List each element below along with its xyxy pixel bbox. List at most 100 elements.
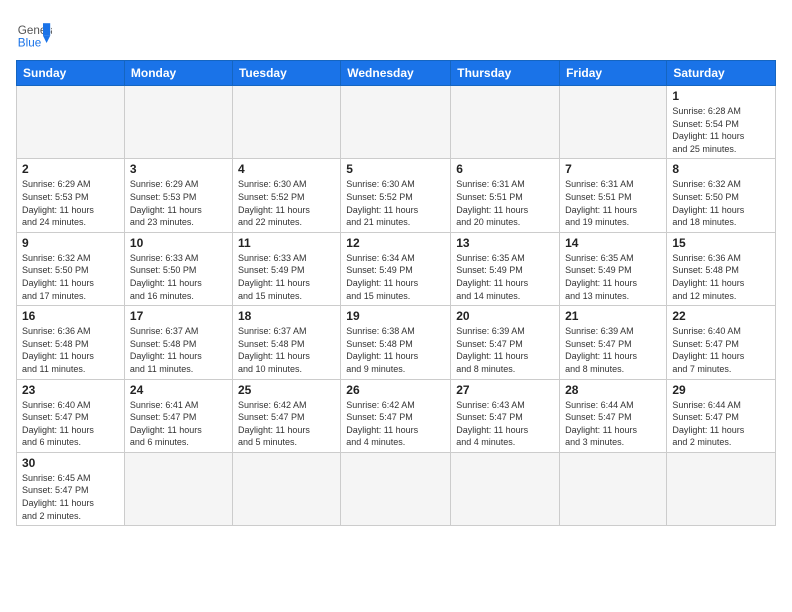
svg-text:Blue: Blue bbox=[18, 37, 41, 50]
weekday-header-saturday: Saturday bbox=[667, 61, 776, 86]
day-info: Sunrise: 6:31 AM Sunset: 5:51 PM Dayligh… bbox=[456, 178, 554, 228]
day-info: Sunrise: 6:45 AM Sunset: 5:47 PM Dayligh… bbox=[22, 472, 119, 522]
calendar-cell bbox=[667, 452, 776, 525]
calendar-week-row: 23 Sunrise: 6:40 AM Sunset: 5:47 PM Dayli… bbox=[17, 379, 776, 452]
day-info: Sunrise: 6:29 AM Sunset: 5:53 PM Dayligh… bbox=[22, 178, 119, 228]
calendar-cell: 24 Sunrise: 6:41 AM Sunset: 5:47 PM Dayli… bbox=[124, 379, 232, 452]
calendar-cell bbox=[451, 86, 560, 159]
calendar-cell: 15Sunrise: 6:36 AM Sunset: 5:48 PM Dayli… bbox=[667, 232, 776, 305]
calendar-cell: 23 Sunrise: 6:40 AM Sunset: 5:47 PM Dayli… bbox=[17, 379, 125, 452]
day-number: 12 bbox=[346, 236, 445, 250]
calendar-cell: 10 Sunrise: 6:33 AM Sunset: 5:50 PM Dayli… bbox=[124, 232, 232, 305]
calendar-cell: 27Sunrise: 6:43 AM Sunset: 5:47 PM Dayli… bbox=[451, 379, 560, 452]
calendar-cell: 20Sunrise: 6:39 AM Sunset: 5:47 PM Dayli… bbox=[451, 306, 560, 379]
day-info: Sunrise: 6:37 AM Sunset: 5:48 PM Dayligh… bbox=[130, 325, 227, 375]
day-info: Sunrise: 6:43 AM Sunset: 5:47 PM Dayligh… bbox=[456, 399, 554, 449]
day-info: Sunrise: 6:39 AM Sunset: 5:47 PM Dayligh… bbox=[456, 325, 554, 375]
day-number: 28 bbox=[565, 383, 661, 397]
header: General Blue bbox=[16, 16, 776, 52]
day-number: 25 bbox=[238, 383, 335, 397]
day-number: 6 bbox=[456, 162, 554, 176]
day-info: Sunrise: 6:44 AM Sunset: 5:47 PM Dayligh… bbox=[565, 399, 661, 449]
day-info: Sunrise: 6:34 AM Sunset: 5:49 PM Dayligh… bbox=[346, 252, 445, 302]
day-info: Sunrise: 6:31 AM Sunset: 5:51 PM Dayligh… bbox=[565, 178, 661, 228]
day-info: Sunrise: 6:42 AM Sunset: 5:47 PM Dayligh… bbox=[238, 399, 335, 449]
calendar-cell bbox=[17, 86, 125, 159]
day-number: 26 bbox=[346, 383, 445, 397]
calendar-cell: 17 Sunrise: 6:37 AM Sunset: 5:48 PM Dayli… bbox=[124, 306, 232, 379]
calendar-cell: 21 Sunrise: 6:39 AM Sunset: 5:47 PM Dayli… bbox=[560, 306, 667, 379]
calendar-cell: 8 Sunrise: 6:32 AM Sunset: 5:50 PM Daylig… bbox=[667, 159, 776, 232]
weekday-header-thursday: Thursday bbox=[451, 61, 560, 86]
day-number: 17 bbox=[130, 309, 227, 323]
day-number: 13 bbox=[456, 236, 554, 250]
calendar-week-row: 16 Sunrise: 6:36 AM Sunset: 5:48 PM Dayli… bbox=[17, 306, 776, 379]
day-number: 21 bbox=[565, 309, 661, 323]
day-number: 8 bbox=[672, 162, 770, 176]
day-number: 5 bbox=[346, 162, 445, 176]
weekday-header-sunday: Sunday bbox=[17, 61, 125, 86]
calendar-cell: 25 Sunrise: 6:42 AM Sunset: 5:47 PM Dayli… bbox=[232, 379, 340, 452]
weekday-header-friday: Friday bbox=[560, 61, 667, 86]
day-number: 7 bbox=[565, 162, 661, 176]
day-number: 22 bbox=[672, 309, 770, 323]
weekday-header-row: SundayMondayTuesdayWednesdayThursdayFrid… bbox=[17, 61, 776, 86]
day-info: Sunrise: 6:38 AM Sunset: 5:48 PM Dayligh… bbox=[346, 325, 445, 375]
calendar-cell: 12 Sunrise: 6:34 AM Sunset: 5:49 PM Dayli… bbox=[341, 232, 451, 305]
day-number: 19 bbox=[346, 309, 445, 323]
calendar-cell: 29 Sunrise: 6:44 AM Sunset: 5:47 PM Dayli… bbox=[667, 379, 776, 452]
calendar-cell: 30 Sunrise: 6:45 AM Sunset: 5:47 PM Dayli… bbox=[17, 452, 125, 525]
day-number: 29 bbox=[672, 383, 770, 397]
day-info: Sunrise: 6:33 AM Sunset: 5:50 PM Dayligh… bbox=[130, 252, 227, 302]
calendar-cell bbox=[124, 452, 232, 525]
calendar-cell: 11Sunrise: 6:33 AM Sunset: 5:49 PM Dayli… bbox=[232, 232, 340, 305]
calendar-cell: 18 Sunrise: 6:37 AM Sunset: 5:48 PM Dayli… bbox=[232, 306, 340, 379]
day-number: 3 bbox=[130, 162, 227, 176]
day-number: 11 bbox=[238, 236, 335, 250]
day-info: Sunrise: 6:36 AM Sunset: 5:48 PM Dayligh… bbox=[672, 252, 770, 302]
day-info: Sunrise: 6:40 AM Sunset: 5:47 PM Dayligh… bbox=[672, 325, 770, 375]
day-info: Sunrise: 6:44 AM Sunset: 5:47 PM Dayligh… bbox=[672, 399, 770, 449]
calendar-cell bbox=[341, 452, 451, 525]
day-number: 2 bbox=[22, 162, 119, 176]
day-number: 24 bbox=[130, 383, 227, 397]
day-info: Sunrise: 6:36 AM Sunset: 5:48 PM Dayligh… bbox=[22, 325, 119, 375]
day-number: 30 bbox=[22, 456, 119, 470]
calendar-cell: 9Sunrise: 6:32 AM Sunset: 5:50 PM Daylig… bbox=[17, 232, 125, 305]
calendar-cell: 6 Sunrise: 6:31 AM Sunset: 5:51 PM Daylig… bbox=[451, 159, 560, 232]
calendar-cell: 26 Sunrise: 6:42 AM Sunset: 5:47 PM Dayli… bbox=[341, 379, 451, 452]
day-info: Sunrise: 6:32 AM Sunset: 5:50 PM Dayligh… bbox=[672, 178, 770, 228]
calendar-cell: 19 Sunrise: 6:38 AM Sunset: 5:48 PM Dayli… bbox=[341, 306, 451, 379]
calendar-week-row: 30 Sunrise: 6:45 AM Sunset: 5:47 PM Dayli… bbox=[17, 452, 776, 525]
day-number: 4 bbox=[238, 162, 335, 176]
calendar-cell bbox=[232, 452, 340, 525]
calendar-cell bbox=[451, 452, 560, 525]
day-info: Sunrise: 6:30 AM Sunset: 5:52 PM Dayligh… bbox=[346, 178, 445, 228]
calendar-week-row: 2 Sunrise: 6:29 AM Sunset: 5:53 PM Daylig… bbox=[17, 159, 776, 232]
day-number: 10 bbox=[130, 236, 227, 250]
calendar-cell: 14Sunrise: 6:35 AM Sunset: 5:49 PM Dayli… bbox=[560, 232, 667, 305]
calendar-cell: 4 Sunrise: 6:30 AM Sunset: 5:52 PM Daylig… bbox=[232, 159, 340, 232]
calendar-cell bbox=[560, 86, 667, 159]
day-info: Sunrise: 6:30 AM Sunset: 5:52 PM Dayligh… bbox=[238, 178, 335, 228]
logo: General Blue bbox=[16, 16, 52, 52]
calendar-cell: 28 Sunrise: 6:44 AM Sunset: 5:47 PM Dayli… bbox=[560, 379, 667, 452]
day-info: Sunrise: 6:39 AM Sunset: 5:47 PM Dayligh… bbox=[565, 325, 661, 375]
calendar-cell: 7 Sunrise: 6:31 AM Sunset: 5:51 PM Daylig… bbox=[560, 159, 667, 232]
day-number: 16 bbox=[22, 309, 119, 323]
day-info: Sunrise: 6:28 AM Sunset: 5:54 PM Dayligh… bbox=[672, 105, 770, 155]
day-number: 23 bbox=[22, 383, 119, 397]
day-info: Sunrise: 6:35 AM Sunset: 5:49 PM Dayligh… bbox=[565, 252, 661, 302]
calendar-cell: 1Sunrise: 6:28 AM Sunset: 5:54 PM Daylig… bbox=[667, 86, 776, 159]
day-info: Sunrise: 6:29 AM Sunset: 5:53 PM Dayligh… bbox=[130, 178, 227, 228]
calendar-cell: 16 Sunrise: 6:36 AM Sunset: 5:48 PM Dayli… bbox=[17, 306, 125, 379]
day-info: Sunrise: 6:41 AM Sunset: 5:47 PM Dayligh… bbox=[130, 399, 227, 449]
day-info: Sunrise: 6:42 AM Sunset: 5:47 PM Dayligh… bbox=[346, 399, 445, 449]
day-info: Sunrise: 6:37 AM Sunset: 5:48 PM Dayligh… bbox=[238, 325, 335, 375]
day-number: 18 bbox=[238, 309, 335, 323]
calendar-cell bbox=[124, 86, 232, 159]
calendar-cell: 3 Sunrise: 6:29 AM Sunset: 5:53 PM Daylig… bbox=[124, 159, 232, 232]
day-info: Sunrise: 6:40 AM Sunset: 5:47 PM Dayligh… bbox=[22, 399, 119, 449]
weekday-header-wednesday: Wednesday bbox=[341, 61, 451, 86]
calendar-cell bbox=[341, 86, 451, 159]
